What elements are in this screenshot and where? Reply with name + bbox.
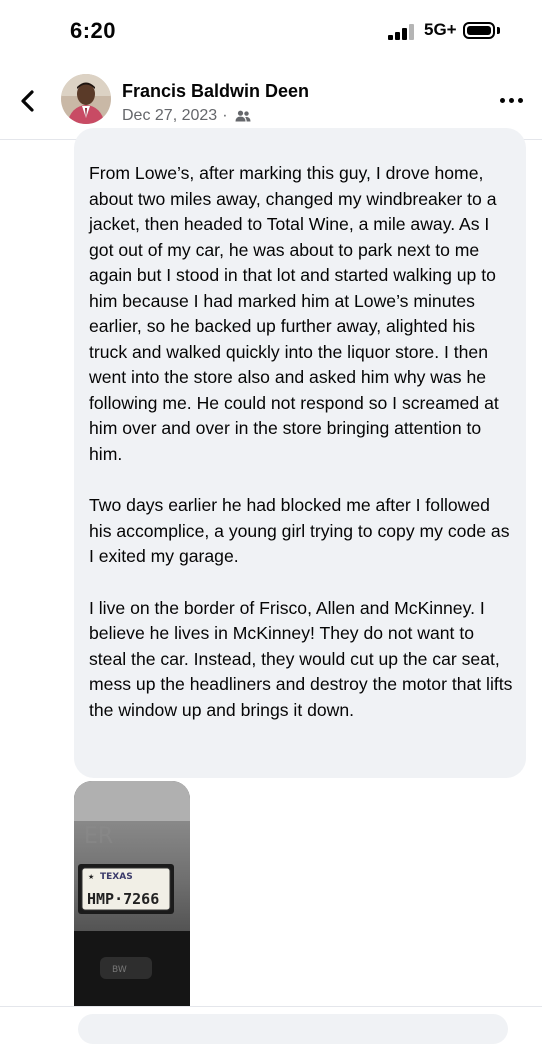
plate-state: TEXAS: [100, 872, 133, 882]
more-options-button[interactable]: [496, 90, 528, 110]
svg-text:★: ★: [88, 873, 94, 881]
battery-icon: [463, 22, 495, 39]
status-bar: 6:20 5G+: [0, 0, 542, 64]
battery-tip: [497, 27, 500, 34]
back-button[interactable]: [14, 82, 48, 120]
chevron-left-icon: [21, 90, 34, 112]
license-plate-photo[interactable]: ER ★ TEXAS HMP·7266 BW: [74, 781, 190, 1007]
message-bubble: From Lowe’s, after marking this guy, I d…: [74, 128, 526, 778]
svg-text:BW: BW: [112, 965, 127, 975]
status-time: 6:20: [70, 18, 117, 43]
svg-text:ER: ER: [84, 824, 113, 849]
meta-separator: ·: [222, 107, 228, 124]
message-paragraph: From Lowe’s, after marking this guy, I d…: [89, 163, 499, 464]
poster-name[interactable]: Francis Baldwin Deen: [122, 81, 309, 102]
network-type: 5G+: [424, 20, 457, 39]
avatar[interactable]: [61, 74, 111, 124]
cellular-signal-icon: [388, 24, 418, 40]
post-date[interactable]: Dec 27, 2023: [122, 107, 217, 125]
message-paragraph: I live on the border of Frisco, Allen an…: [89, 597, 513, 720]
message-paragraph: Two days earlier he had blocked me after…: [89, 495, 510, 566]
comment-input[interactable]: [78, 1014, 508, 1044]
plate-number: HMP·7266: [87, 890, 159, 908]
post-meta: Dec 27, 2023 ·: [122, 107, 251, 125]
friends-icon: [235, 110, 251, 122]
